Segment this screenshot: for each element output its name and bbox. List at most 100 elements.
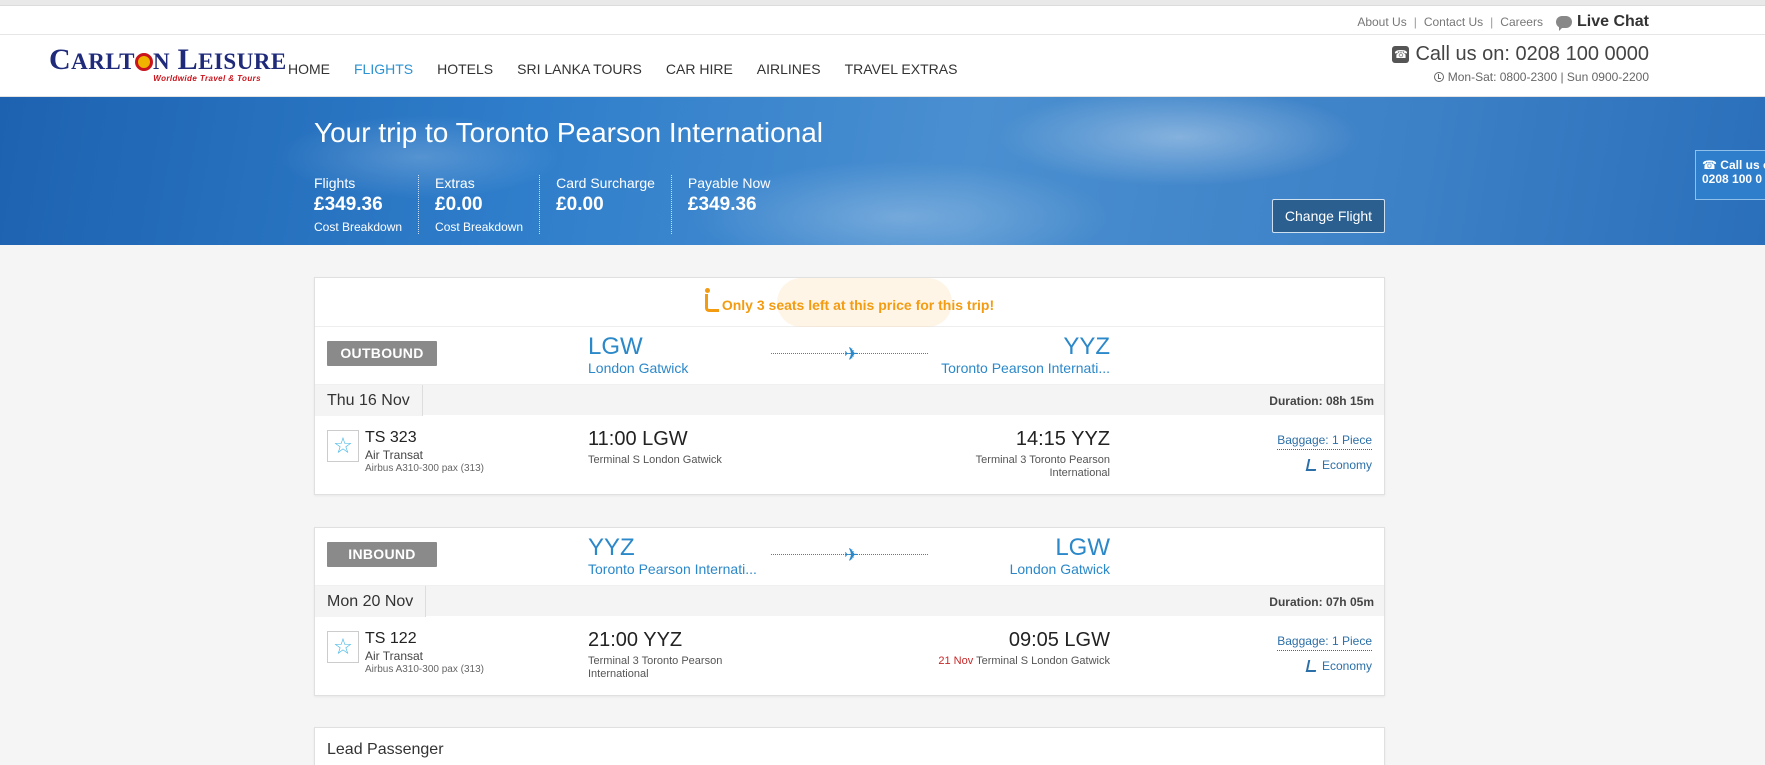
origin-name: Toronto Pearson Internati... xyxy=(588,561,757,577)
nav-item-car-hire[interactable]: CAR HIRE xyxy=(666,61,733,77)
contact-us-link[interactable]: Contact Us xyxy=(1424,15,1483,29)
route-header: OUTBOUND LGW London Gatwick ✈ YYZ Toront… xyxy=(315,327,1384,384)
aircraft-type: Airbus A310-300 pax (313) xyxy=(365,463,484,474)
star-icon: ☆ xyxy=(327,430,359,462)
plane-icon: ✈ xyxy=(844,545,860,565)
seats-left-notice: Only 3 seats left at this price for this… xyxy=(315,278,1384,327)
arrival-next-day-date: 21 Nov xyxy=(938,655,974,667)
outbound-flight-card: Only 3 seats left at this price for this… xyxy=(314,277,1385,495)
departure-terminal: Terminal S London Gatwick xyxy=(588,454,722,466)
direction-badge: OUTBOUND xyxy=(327,341,437,366)
inbound-flight-card: INBOUND YYZ Toronto Pearson Internati...… xyxy=(314,527,1385,696)
seat-icon xyxy=(704,288,719,312)
cost-flights: Flights £349.36 Cost Breakdown xyxy=(314,175,418,234)
baggage-link[interactable]: Baggage: 1 Piece xyxy=(1277,634,1372,651)
arrival-terminal-line: International xyxy=(1049,467,1110,479)
change-flight-button[interactable]: Change Flight xyxy=(1272,199,1385,233)
nav-item-travel-extras[interactable]: TRAVEL EXTRAS xyxy=(845,61,958,77)
call-us-number[interactable]: Call us on: 0208 100 0000 xyxy=(1415,43,1649,66)
cost-value: £0.00 xyxy=(556,194,604,215)
route-header: INBOUND YYZ Toronto Pearson Internati...… xyxy=(315,528,1384,585)
destination-airport: YYZ Toronto Pearson Internati... xyxy=(941,333,1110,377)
arrival-terminal-line: Terminal 3 Toronto Pearson xyxy=(975,454,1110,466)
live-chat-link[interactable]: Live Chat xyxy=(1555,13,1649,31)
cabin-class-label: Economy xyxy=(1321,659,1372,673)
nav-item-hotels[interactable]: HOTELS xyxy=(437,61,493,77)
date-row: Mon 20 Nov Duration: 07h 05m xyxy=(315,585,1384,617)
cost-payable-now: Payable Now £349.36 xyxy=(670,175,787,234)
carrier-name: Air Transat xyxy=(365,448,424,462)
departure-time: 11:00 LGW xyxy=(588,428,688,450)
call-us-block: ☎ Call us on: 0208 100 0000 Mon-Sat: 080… xyxy=(1392,43,1649,84)
arrival-terminal: 21 Nov Terminal S London Gatwick xyxy=(938,655,1110,668)
page-title: Your trip to Toronto Pearson Internation… xyxy=(314,117,824,148)
utility-bar: About Us | Contact Us | Careers Live Cha… xyxy=(0,6,1765,35)
flight-duration: Duration: 07h 05m xyxy=(1269,595,1374,609)
nav-item-flights[interactable]: FLIGHTS xyxy=(354,61,413,77)
arrival-terminal-name: Terminal S London Gatwick xyxy=(976,655,1110,667)
cost-value: £0.00 xyxy=(435,194,483,215)
date-row: Thu 16 Nov Duration: 08h 15m xyxy=(315,384,1384,416)
cost-label: Extras xyxy=(435,175,475,191)
clock-icon xyxy=(1433,72,1444,82)
origin-code: LGW xyxy=(588,333,643,360)
direction-badge: INBOUND xyxy=(327,542,437,567)
star-icon: ☆ xyxy=(327,631,359,663)
side-call-tab[interactable]: ☎ Call us o 0208 100 0 xyxy=(1695,150,1765,200)
lead-passenger-card: Lead Passenger xyxy=(314,727,1385,765)
cost-extras: Extras £0.00 Cost Breakdown xyxy=(418,175,539,234)
lead-passenger-heading: Lead Passenger xyxy=(327,741,444,758)
flight-extras: Baggage: 1 Piece Economy xyxy=(1277,433,1372,472)
cost-label: Payable Now xyxy=(687,175,771,191)
destination-name: London Gatwick xyxy=(1009,561,1110,577)
arrival: 09:05 LGW 21 Nov Terminal S London Gatwi… xyxy=(938,629,1110,668)
main-nav: HOME FLIGHTS HOTELS SRI LANKA TOURS CAR … xyxy=(288,61,957,77)
departure-terminal-line: Terminal 3 Toronto Pearson xyxy=(588,655,723,667)
trip-banner: Your trip to Toronto Pearson Internation… xyxy=(0,97,1765,245)
cost-value: £349.36 xyxy=(687,194,757,215)
side-call-number: 0208 100 0 xyxy=(1702,172,1763,186)
chat-icon xyxy=(1555,16,1572,31)
flight-details: ☆ TS 323 Air Transat Airbus A310-300 pax… xyxy=(315,415,1384,491)
flight-date: Mon 20 Nov xyxy=(315,586,427,617)
logo-tagline: Worldwide Travel & Tours xyxy=(153,74,261,83)
origin-code: YYZ xyxy=(588,534,635,561)
about-us-link[interactable]: About Us xyxy=(1357,15,1406,29)
nav-item-airlines[interactable]: AIRLINES xyxy=(757,61,821,77)
aircraft-type: Airbus A310-300 pax (313) xyxy=(365,664,484,675)
seat-icon xyxy=(1305,459,1319,471)
nav-item-sri-lanka-tours[interactable]: SRI LANKA TOURS xyxy=(517,61,642,77)
arrival: 14:15 YYZ Terminal 3 Toronto Pearson Int… xyxy=(976,428,1110,480)
cost-breakdown-link[interactable]: Cost Breakdown xyxy=(435,220,523,234)
flight-details: ☆ TS 122 Air Transat Airbus A310-300 pax… xyxy=(315,616,1384,692)
departure-time: 21:00 YYZ xyxy=(588,629,683,651)
cabin-class-label: Economy xyxy=(1321,458,1372,472)
careers-link[interactable]: Careers xyxy=(1500,15,1543,29)
destination-airport: LGW London Gatwick xyxy=(1009,534,1110,578)
baggage-link[interactable]: Baggage: 1 Piece xyxy=(1277,433,1372,450)
destination-code: YYZ xyxy=(1063,333,1110,360)
arrival-time: 09:05 LGW xyxy=(1008,629,1110,651)
sun-icon xyxy=(134,53,153,71)
flight-extras: Baggage: 1 Piece Economy xyxy=(1277,634,1372,673)
phone-icon: ☎ xyxy=(1702,158,1717,172)
cost-breakdown-link[interactable]: Cost Breakdown xyxy=(314,220,402,234)
cost-label: Card Surcharge xyxy=(556,175,655,191)
cost-label: Flights xyxy=(314,175,356,191)
destination-name: Toronto Pearson Internati... xyxy=(941,360,1110,376)
separator: | xyxy=(1490,15,1494,29)
destination-code: LGW xyxy=(1055,534,1110,561)
seat-icon xyxy=(1305,660,1319,672)
arrival-terminal: Terminal 3 Toronto Pearson International xyxy=(976,454,1110,480)
cabin-class[interactable]: Economy xyxy=(1277,659,1372,673)
side-call-label: Call us o xyxy=(1720,158,1765,172)
origin-airport: LGW London Gatwick xyxy=(588,333,689,377)
arrival-time: 14:15 YYZ xyxy=(1015,428,1110,450)
nav-item-home[interactable]: HOME xyxy=(288,61,330,77)
cabin-class[interactable]: Economy xyxy=(1277,458,1372,472)
phone-icon: ☎ xyxy=(1392,46,1410,63)
carlton-leisure-logo[interactable]: CARLT N LEISURE Worldwide Travel & Tours xyxy=(49,45,286,86)
departure: 21:00 YYZ Terminal 3 Toronto Pearson Int… xyxy=(588,629,722,681)
site-header: CARLT N LEISURE Worldwide Travel & Tours … xyxy=(0,35,1765,97)
origin-name: London Gatwick xyxy=(588,360,689,376)
